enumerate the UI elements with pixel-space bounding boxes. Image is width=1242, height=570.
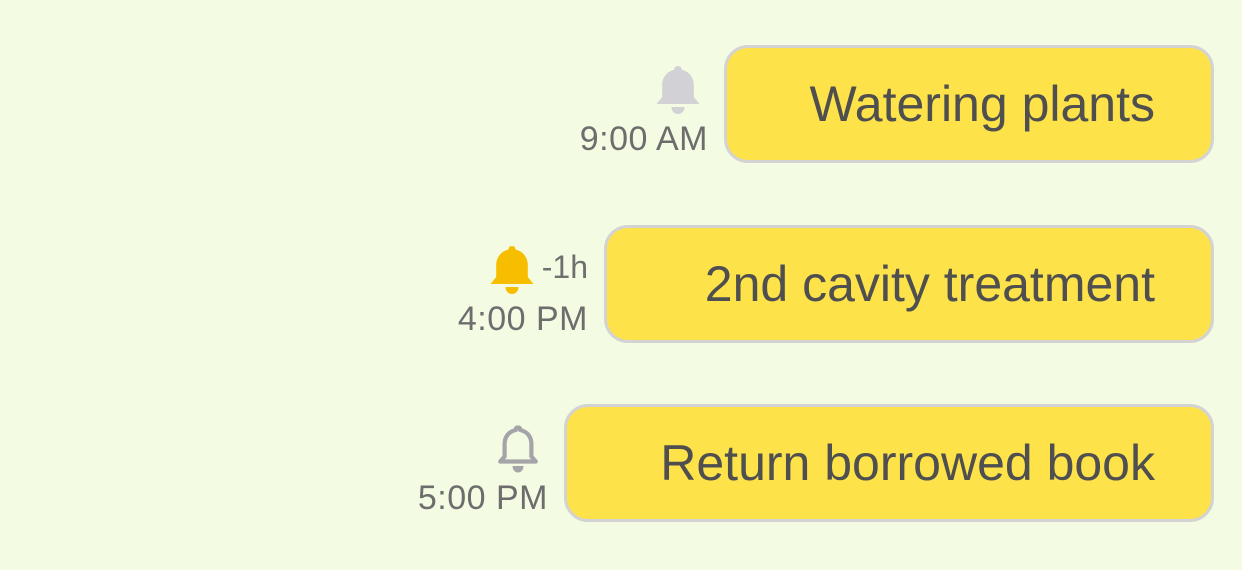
bell-filled-icon[interactable] <box>654 64 702 116</box>
reminder-row[interactable]: -1h 4:00 PM 2nd cavity treatment <box>458 225 1214 343</box>
reminder-title: Return borrowed book <box>660 435 1155 491</box>
bell-line <box>654 64 708 116</box>
reminder-meta: -1h 4:00 PM <box>458 244 588 343</box>
reminder-time: 5:00 PM <box>417 479 548 517</box>
reminder-offset: -1h <box>541 249 588 285</box>
reminder-bubble[interactable]: Watering plants <box>724 45 1214 163</box>
reminder-bubble[interactable]: Return borrowed book <box>564 404 1214 522</box>
bell-outline-icon[interactable] <box>494 423 542 475</box>
reminder-row[interactable]: 5:00 PM Return borrowed book <box>418 404 1214 522</box>
reminder-time: 9:00 AM <box>579 120 708 158</box>
bell-line: -1h <box>488 244 588 296</box>
reminder-row[interactable]: 9:00 AM Watering plants <box>580 45 1214 163</box>
reminder-meta: 5:00 PM <box>418 423 548 522</box>
reminder-bubble[interactable]: 2nd cavity treatment <box>604 225 1214 343</box>
bell-line <box>494 423 548 475</box>
bell-filled-icon[interactable] <box>488 244 536 296</box>
reminder-title: Watering plants <box>809 76 1155 132</box>
reminder-title: 2nd cavity treatment <box>704 256 1155 312</box>
reminder-meta: 9:00 AM <box>580 64 708 163</box>
reminder-time: 4:00 PM <box>457 300 588 338</box>
